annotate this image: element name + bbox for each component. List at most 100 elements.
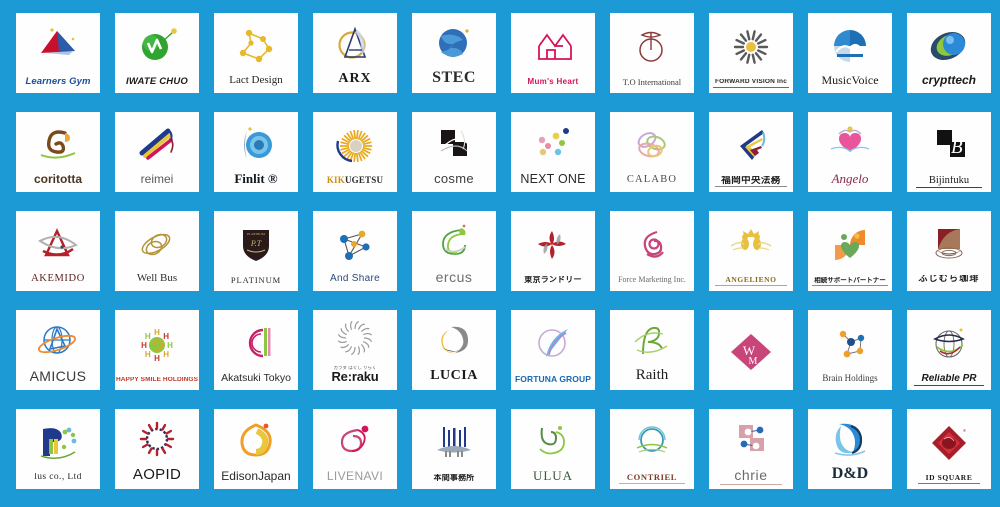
logo-tile[interactable]: coritotta bbox=[16, 112, 100, 192]
logo-tile[interactable]: reimei bbox=[115, 112, 199, 192]
caption-highlight: KIK bbox=[326, 176, 345, 185]
red-pinwheel-mark bbox=[511, 211, 595, 276]
logo-caption: MusicVoice bbox=[821, 74, 879, 87]
logo-tile[interactable]: AKEMIDO bbox=[16, 211, 100, 291]
logo-tile[interactable]: AOPID bbox=[115, 409, 199, 489]
logo-tile[interactable]: Akatsuki Tokyo bbox=[214, 310, 298, 390]
logo-tile[interactable]: ercus bbox=[412, 211, 496, 291]
logo-tile[interactable]: カラダ ほぐし りらく Re:raku bbox=[313, 310, 397, 390]
logo-caption: KIKUGETSU bbox=[313, 176, 397, 192]
logo-tile[interactable]: STEC bbox=[412, 13, 496, 93]
caption-main: Re:raku bbox=[331, 369, 379, 384]
blue-globe-ring-mark bbox=[16, 310, 100, 369]
logo-tile[interactable]: AMICUS bbox=[16, 310, 100, 390]
logo-caption: chrie bbox=[720, 468, 782, 485]
blue-fan-wave-mark bbox=[808, 13, 892, 74]
logo-tile[interactable]: Angelo bbox=[808, 112, 892, 192]
black-squares-swirl-mark bbox=[412, 112, 496, 172]
logo-caption: ARX bbox=[338, 72, 372, 86]
logo-tile[interactable]: H H H H H H H H HAPPY SMILE HOLDINGS bbox=[115, 310, 199, 390]
logo-caption: ercus bbox=[435, 270, 473, 285]
logo-caption: Angelo bbox=[831, 172, 869, 186]
pink-ribbon-knot-mark bbox=[610, 211, 694, 276]
colored-dots-scatter-mark bbox=[511, 112, 595, 173]
logo-tile[interactable]: Lact Design bbox=[214, 13, 298, 93]
pink-house-heart-mark bbox=[511, 13, 595, 78]
logo-caption: crypttech bbox=[921, 74, 977, 87]
logo-tile[interactable]: CONTRIEL bbox=[610, 409, 694, 489]
logo-caption: FORWARD VISION Inc bbox=[713, 79, 789, 88]
pastel-circle-swoosh-mark bbox=[511, 310, 595, 375]
logo-tile[interactable]: crypttech bbox=[907, 13, 991, 93]
logo-tile[interactable]: LUCIA bbox=[412, 310, 496, 390]
logo-tile[interactable]: Mum's Heart bbox=[511, 13, 595, 93]
logo-caption: CALABO bbox=[626, 174, 678, 185]
logo-caption: AKEMIDO bbox=[31, 273, 85, 284]
logo-tile[interactable]: EdisonJapan bbox=[214, 409, 298, 489]
logo-tile[interactable]: Learners Gym bbox=[16, 13, 100, 93]
logo-caption: Finlit ® bbox=[234, 172, 278, 186]
logo-caption: ANGELIENO bbox=[715, 276, 787, 286]
logo-tile[interactable]: CALABO bbox=[610, 112, 694, 192]
logo-tile[interactable]: lus co., Ltd bbox=[16, 409, 100, 489]
logo-tile[interactable]: FORTUNA GROUP bbox=[511, 310, 595, 390]
logo-tile[interactable]: IWATE CHUO bbox=[115, 13, 199, 93]
logo-caption: Reliable PR bbox=[914, 374, 984, 386]
logo-grid: Learners Gym IWATE CHUO Lact Design ARX STEC… bbox=[0, 0, 1000, 507]
logo-tile[interactable]: 本間事務所 bbox=[412, 409, 496, 489]
logo-caption: ふじむら珈琲 bbox=[918, 275, 980, 284]
logo-tile[interactable]: NEXT ONE bbox=[511, 112, 595, 192]
logo-tile[interactable]: T.O International bbox=[610, 13, 694, 93]
logo-tile[interactable]: B Bijinfuku bbox=[907, 112, 991, 192]
logo-tile[interactable]: Finlit ® bbox=[214, 112, 298, 192]
burst-scatter-mark bbox=[709, 13, 793, 79]
logo-tile[interactable]: Reliable PR bbox=[907, 310, 991, 390]
logo-tile[interactable]: And Share bbox=[313, 211, 397, 291]
logo-tile[interactable]: cosme bbox=[412, 112, 496, 192]
logo-tile[interactable]: Force Marketing Inc. bbox=[610, 211, 694, 291]
blue-d-swoosh-mark bbox=[808, 409, 892, 466]
pink-diamond-wm-mark: WM bbox=[709, 310, 793, 390]
svg-text:B: B bbox=[951, 137, 963, 158]
logo-tile[interactable]: MusicVoice bbox=[808, 13, 892, 93]
logo-caption: IWATE CHUO bbox=[126, 76, 188, 87]
logo-tile[interactable]: Raith bbox=[610, 310, 694, 390]
green-circle-check-mark bbox=[115, 13, 199, 77]
logo-tile[interactable]: Well Bus bbox=[115, 211, 199, 291]
green-script-swirl-mark bbox=[511, 409, 595, 469]
svg-text:H: H bbox=[163, 332, 169, 341]
logo-caption: LIVENAVI bbox=[326, 470, 384, 483]
logo-caption: reimei bbox=[140, 173, 174, 186]
logo-tile[interactable]: PLATINUM P.T PLATINUM bbox=[214, 211, 298, 291]
svg-text:H: H bbox=[167, 341, 173, 350]
logo-tile[interactable]: LIVENAVI bbox=[313, 409, 397, 489]
logo-tile[interactable]: WM bbox=[709, 310, 793, 390]
orange-leaf-swirl-mark bbox=[214, 409, 298, 470]
logo-tile[interactable]: D&D bbox=[808, 409, 892, 489]
line-burst-circle-mark bbox=[313, 310, 397, 366]
logo-tile[interactable]: FORWARD VISION Inc bbox=[709, 13, 793, 93]
logo-caption: ID SQUARE bbox=[918, 474, 980, 484]
logo-tile[interactable]: 福岡中央法務 bbox=[709, 112, 793, 192]
logo-caption: NEXT ONE bbox=[520, 172, 586, 186]
logo-caption: AOPID bbox=[132, 467, 182, 483]
svg-text:PLATINUM: PLATINUM bbox=[247, 232, 266, 236]
logo-tile[interactable]: 相続サポートパートナー bbox=[808, 211, 892, 291]
molecule-network-mark bbox=[808, 310, 892, 374]
logo-tile[interactable]: ® ID SQUARE bbox=[907, 409, 991, 489]
logo-caption: Mum's Heart bbox=[527, 78, 579, 86]
teal-circle-lines-mark bbox=[610, 409, 694, 473]
logo-caption: ULUA bbox=[532, 469, 574, 483]
logo-tile[interactable]: ARX bbox=[313, 13, 397, 93]
red-diamond-square-mark: ® bbox=[907, 409, 991, 474]
logo-tile[interactable]: ANGELIENO bbox=[709, 211, 793, 291]
logo-tile[interactable]: chrie bbox=[709, 409, 793, 489]
logo-caption: cosme bbox=[434, 172, 474, 186]
logo-tile[interactable]: Brain Holdings bbox=[808, 310, 892, 390]
caption-rest: UGETSU bbox=[344, 176, 384, 185]
gold-ellipse-loops-mark bbox=[115, 211, 199, 273]
logo-tile[interactable]: 東京ランドリー bbox=[511, 211, 595, 291]
logo-tile[interactable]: ULUA bbox=[511, 409, 595, 489]
logo-tile[interactable]: ふじむら珈琲 bbox=[907, 211, 991, 291]
logo-tile[interactable]: KIKUGETSU bbox=[313, 112, 397, 192]
